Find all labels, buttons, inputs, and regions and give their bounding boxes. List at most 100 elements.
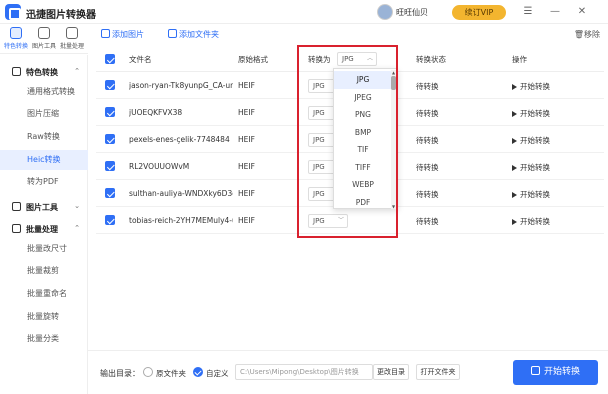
close-icon[interactable]: ✕ bbox=[575, 5, 589, 19]
header-filename: 文件名 bbox=[129, 55, 152, 64]
row-start-button[interactable]: 开始转换 bbox=[512, 189, 550, 200]
select-all-checkbox[interactable] bbox=[105, 54, 115, 64]
rail-batch-process[interactable]: 批量处理 bbox=[58, 27, 86, 50]
header-status: 转换状态 bbox=[416, 55, 446, 64]
row-target: JPG bbox=[313, 136, 325, 144]
sidebar-group-special[interactable]: 特色转换 ⌃ bbox=[0, 63, 88, 81]
open-folder-button[interactable]: 打开文件夹 bbox=[416, 364, 460, 380]
table-row[interactable]: tobias-reich-2YH7MEMuly4-u... HEIF JPG ﹀… bbox=[96, 207, 604, 234]
output-dir-label: 输出目录： bbox=[100, 369, 140, 378]
row-status: 待转换 bbox=[416, 190, 439, 199]
sidebar-item-compress[interactable]: 图片压缩 bbox=[0, 104, 88, 124]
play-icon bbox=[512, 219, 517, 225]
format-option-pdf[interactable]: PDF bbox=[334, 194, 392, 212]
row-action: 开始转换 bbox=[520, 163, 550, 172]
sidebar-item-to-pdf[interactable]: 转为PDF bbox=[0, 172, 88, 192]
sidebar-item-heic[interactable]: Heic转换 bbox=[0, 150, 88, 170]
row-start-button[interactable]: 开始转换 bbox=[512, 162, 550, 173]
add-image-icon bbox=[101, 29, 110, 38]
sidebar-item-batch-classify[interactable]: 批量分类 bbox=[0, 329, 88, 349]
row-target: JPG bbox=[313, 109, 325, 117]
user-name[interactable]: 旺旺仙贝 bbox=[396, 7, 428, 18]
sidebar-item-raw[interactable]: Raw转换 bbox=[0, 127, 88, 147]
sidebar-item-general-convert[interactable]: 通用格式转换 bbox=[0, 82, 88, 102]
convert-icon bbox=[10, 27, 22, 39]
add-folder-button[interactable]: 添加文件夹 bbox=[168, 29, 219, 40]
change-dir-button[interactable]: 更改目录 bbox=[373, 364, 409, 380]
menu-icon[interactable]: ☰ bbox=[521, 5, 535, 19]
user-avatar[interactable] bbox=[377, 4, 393, 20]
toolbar: 添加图片 添加文件夹 🗑移除 bbox=[88, 24, 608, 46]
chevron-down-icon: ⌄ bbox=[74, 202, 80, 210]
row-format-select[interactable]: JPG ﹀ bbox=[308, 214, 348, 228]
start-convert-button[interactable]: 开始转换 bbox=[513, 360, 598, 385]
radio-custom-folder[interactable] bbox=[193, 367, 203, 377]
renew-vip-button[interactable]: 续订VIP bbox=[452, 5, 506, 20]
scrollbar-thumb[interactable] bbox=[391, 76, 396, 90]
row-checkbox[interactable] bbox=[105, 161, 115, 171]
dropdown-scrollbar[interactable]: ▲ ▼ bbox=[391, 70, 396, 209]
header-original-format: 原始格式 bbox=[238, 55, 268, 64]
row-action: 开始转换 bbox=[520, 109, 550, 118]
format-option-webp[interactable]: WEBP bbox=[334, 176, 392, 194]
output-path-field[interactable]: C:\Users\Mipong\Desktop\图片转换 bbox=[235, 364, 373, 380]
chevron-up-icon: ⌃ bbox=[74, 67, 80, 75]
row-status: 待转换 bbox=[416, 109, 439, 118]
rail-special-convert[interactable]: 特色转换 bbox=[2, 27, 30, 50]
category-rail: 特色转换 图片工具 批量处理 bbox=[0, 24, 88, 54]
scroll-up-icon[interactable]: ▲ bbox=[391, 70, 396, 75]
sidebar-item-batch-resize[interactable]: 批量改尺寸 bbox=[0, 239, 88, 259]
sidebar-group-label: 特色转换 bbox=[26, 68, 58, 77]
radio-original-folder[interactable] bbox=[143, 367, 153, 377]
group-icon bbox=[12, 224, 21, 233]
row-action: 开始转换 bbox=[520, 190, 550, 199]
format-option-jpeg[interactable]: JPEG bbox=[334, 89, 392, 107]
rail-image-tools[interactable]: 图片工具 bbox=[30, 27, 58, 50]
group-icon bbox=[12, 202, 21, 211]
format-option-png[interactable]: PNG bbox=[334, 106, 392, 124]
row-start-button[interactable]: 开始转换 bbox=[512, 81, 550, 92]
sidebar-item-batch-rename[interactable]: 批量重命名 bbox=[0, 284, 88, 304]
sidebar-group-batch[interactable]: 批量处理 ⌃ bbox=[0, 220, 88, 238]
add-folder-icon bbox=[168, 29, 177, 38]
row-filename: pexels-enes-çelik-7748484 bbox=[129, 135, 230, 144]
row-checkbox[interactable] bbox=[105, 107, 115, 117]
format-option-tiff[interactable]: TIFF bbox=[334, 159, 392, 177]
row-filename: sulthan-auliya-WNDXky6D3ds... bbox=[129, 189, 233, 198]
sidebar-group-label: 批量处理 bbox=[26, 225, 58, 234]
sidebar-group-tools[interactable]: 图片工具 ⌄ bbox=[0, 198, 88, 216]
sidebar-group-label: 图片工具 bbox=[26, 203, 58, 212]
play-icon bbox=[512, 84, 517, 90]
header-format-select[interactable]: JPG ︿ bbox=[337, 52, 377, 66]
convert-icon bbox=[530, 366, 540, 375]
row-checkbox[interactable] bbox=[105, 215, 115, 225]
header-convert-to: 转换为 bbox=[308, 55, 331, 64]
sidebar: 特色转换 ⌃ 通用格式转换 图片压缩 Raw转换 Heic转换 转为PDF 图片… bbox=[0, 55, 88, 394]
minimize-icon[interactable]: — bbox=[548, 5, 562, 19]
add-image-button[interactable]: 添加图片 bbox=[101, 29, 144, 40]
row-start-button[interactable]: 开始转换 bbox=[512, 135, 550, 146]
row-start-button[interactable]: 开始转换 bbox=[512, 216, 550, 227]
chevron-down-icon: ﹀ bbox=[337, 217, 344, 224]
remove-button[interactable]: 🗑移除 bbox=[574, 29, 600, 40]
format-option-bmp[interactable]: BMP bbox=[334, 124, 392, 142]
add-folder-label: 添加文件夹 bbox=[179, 30, 219, 39]
chevron-up-icon: ︿ bbox=[366, 55, 373, 62]
format-option-jpg[interactable]: JPG bbox=[334, 71, 392, 89]
row-action: 开始转换 bbox=[520, 136, 550, 145]
row-start-button[interactable]: 开始转换 bbox=[512, 108, 550, 119]
row-checkbox[interactable] bbox=[105, 188, 115, 198]
trash-icon: 🗑 bbox=[573, 30, 584, 39]
format-dropdown[interactable]: JPG JPEG PNG BMP TIF TIFF WEBP PDF ▲ ▼ bbox=[333, 68, 398, 209]
row-checkbox[interactable] bbox=[105, 134, 115, 144]
app-logo-icon bbox=[5, 4, 21, 20]
row-status: 待转换 bbox=[416, 163, 439, 172]
sidebar-item-batch-crop[interactable]: 批量裁剪 bbox=[0, 261, 88, 281]
format-option-tif[interactable]: TIF bbox=[334, 141, 392, 159]
row-filename: jason-ryan-Tk8yunpG_CA-uns... bbox=[129, 81, 233, 90]
row-format: HEIF bbox=[238, 81, 255, 90]
sidebar-item-batch-rotate[interactable]: 批量旋转 bbox=[0, 307, 88, 327]
row-checkbox[interactable] bbox=[105, 80, 115, 90]
custom-folder-label: 自定义 bbox=[206, 369, 229, 378]
scroll-down-icon[interactable]: ▼ bbox=[391, 204, 396, 209]
